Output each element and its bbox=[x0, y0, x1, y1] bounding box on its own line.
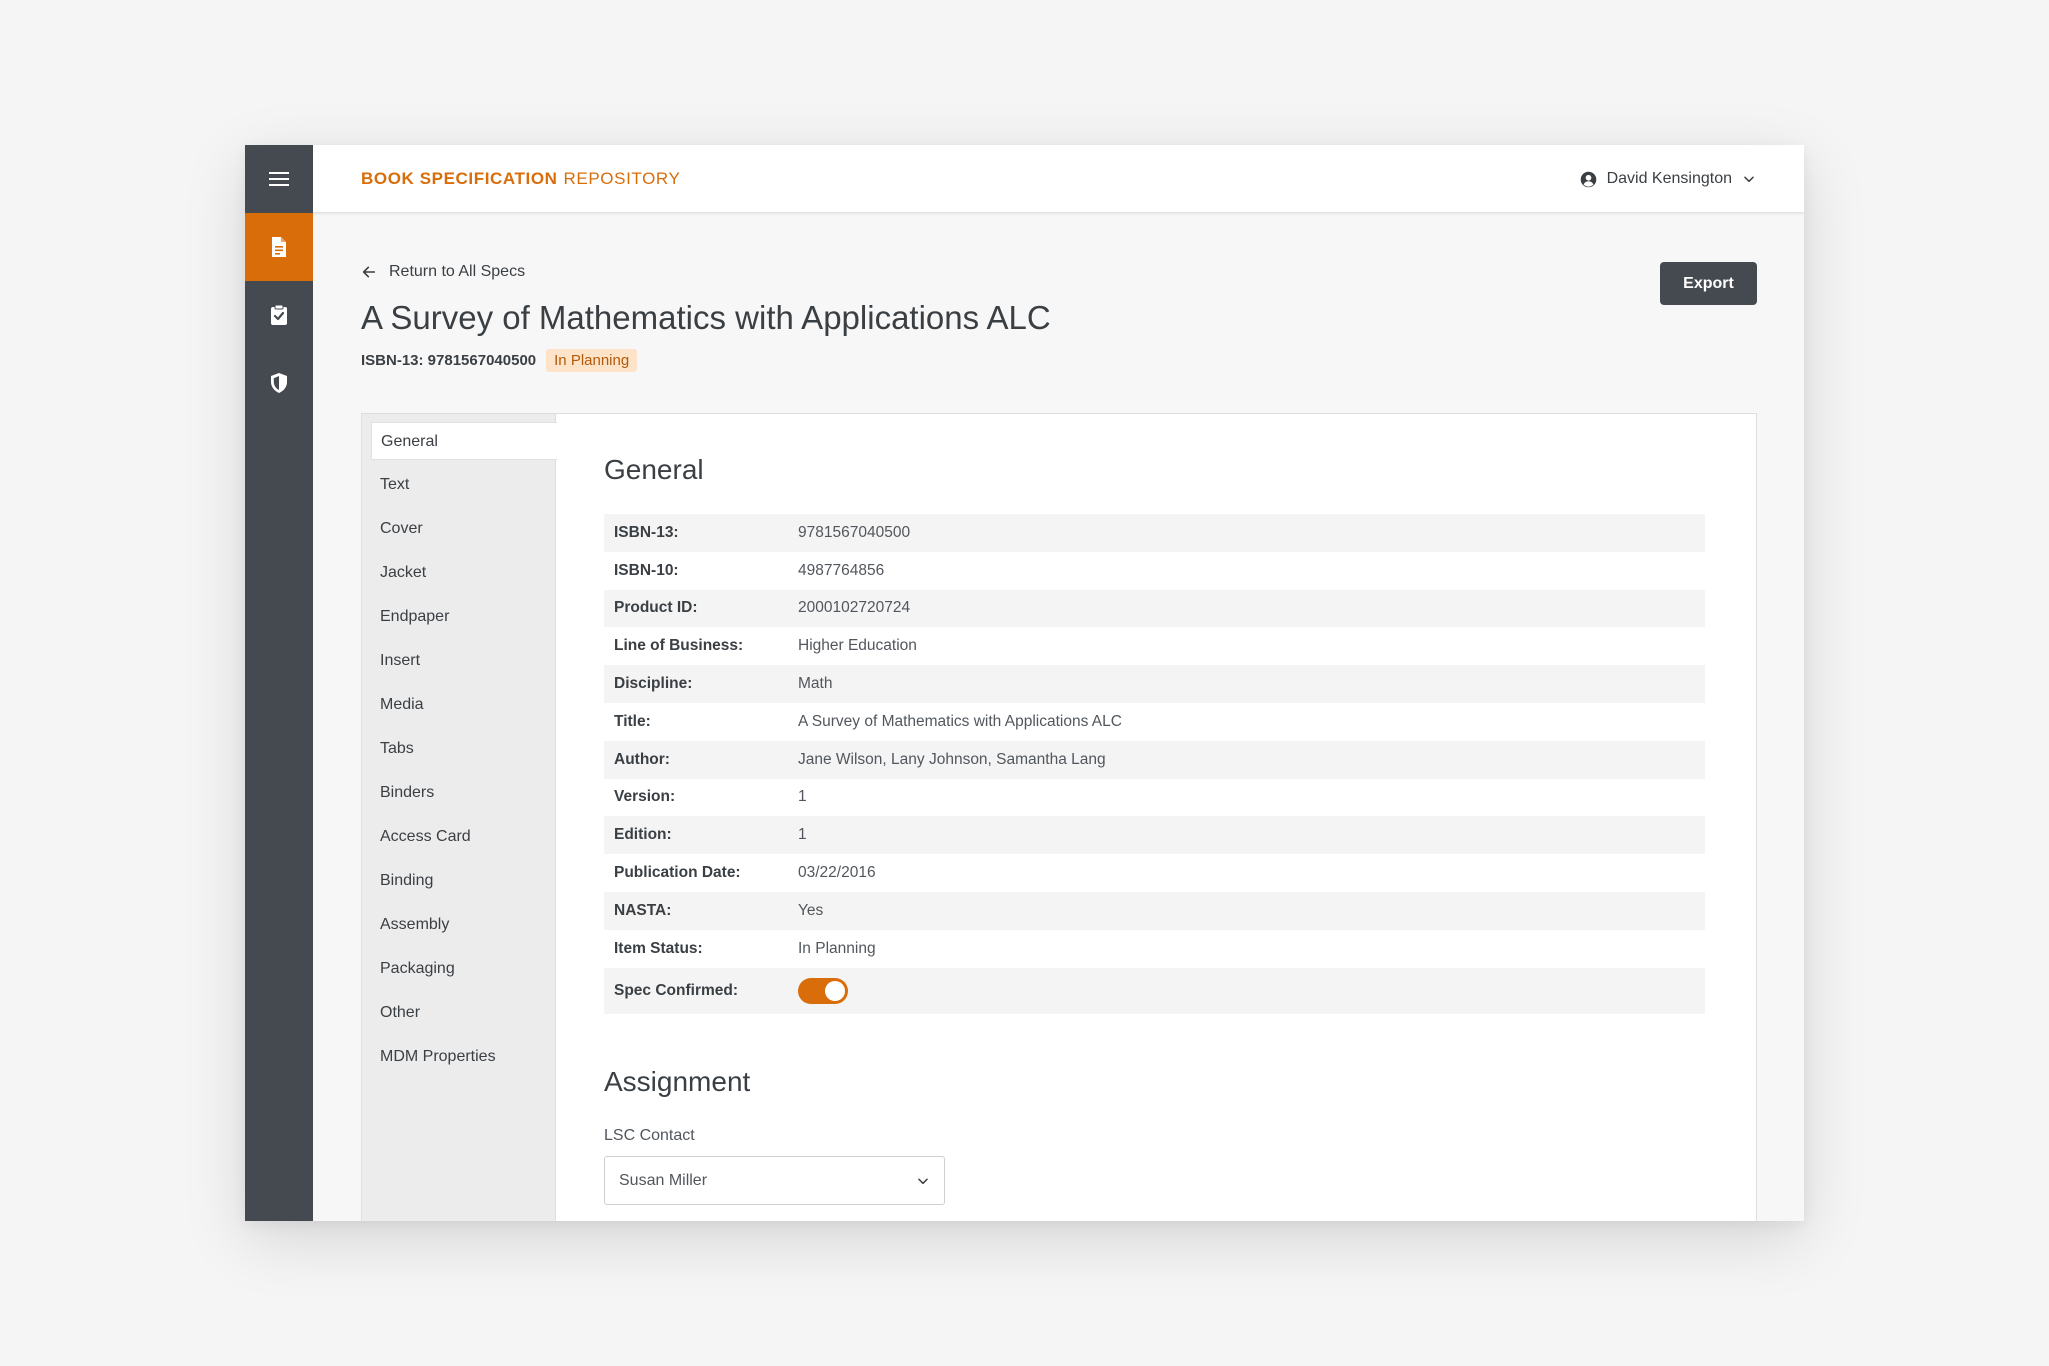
document-icon bbox=[272, 237, 286, 257]
clipboard-check-icon bbox=[271, 304, 287, 325]
table-row: ISBN-13: 9781567040500 bbox=[604, 514, 1705, 552]
menu-icon bbox=[269, 172, 289, 186]
row-label: Title: bbox=[614, 712, 651, 730]
tab-assembly[interactable]: Assembly bbox=[362, 906, 555, 950]
spec-panel: General Text Cover Jacket Endpaper Insert Medi… bbox=[361, 413, 1757, 1221]
tab-packaging[interactable]: Packaging bbox=[362, 950, 555, 994]
table-row: Line of Business: Higher Education bbox=[604, 627, 1705, 665]
chevron-down-icon bbox=[918, 1177, 928, 1184]
table-row: Item Status: In Planning bbox=[604, 930, 1705, 968]
row-label: ISBN-10: bbox=[614, 561, 679, 579]
page-title: A Survey of Mathematics with Application… bbox=[361, 299, 1051, 336]
title-meta: ISBN-13: 9781567040500 In Planning bbox=[361, 349, 638, 372]
tab-cover[interactable]: Cover bbox=[362, 510, 555, 554]
table-row: Title: A Survey of Mathematics with Appli… bbox=[604, 703, 1705, 741]
lsc-contact-select[interactable]: Susan Miller bbox=[604, 1156, 945, 1205]
assignment-section-title: Assignment bbox=[604, 1066, 751, 1097]
tab-insert[interactable]: Insert bbox=[362, 642, 555, 686]
row-label: NASTA: bbox=[614, 901, 672, 919]
shield-icon bbox=[271, 373, 287, 393]
chevron-down-icon bbox=[1744, 176, 1754, 183]
table-row: Author: Jane Wilson, Lany Johnson, Samant… bbox=[604, 740, 1705, 779]
table-row: ISBN-10: 4987764856 bbox=[604, 552, 1705, 590]
table-row: Publication Date: 03/22/2016 bbox=[604, 854, 1705, 892]
brand-bold: BOOK SPECIFICATION bbox=[361, 169, 558, 188]
left-rail bbox=[245, 145, 313, 1221]
lsc-contact-value: Susan Miller bbox=[619, 1171, 708, 1189]
row-value: 9781567040500 bbox=[798, 523, 911, 541]
table-row: Version: 1 bbox=[604, 779, 1705, 817]
user-circle-icon bbox=[1580, 171, 1596, 187]
row-label: Author: bbox=[614, 750, 670, 768]
tab-mdm-properties[interactable]: MDM Properties bbox=[362, 1038, 555, 1082]
row-label: ISBN-13: bbox=[614, 523, 679, 541]
row-value: 4987764856 bbox=[798, 561, 885, 579]
row-value: A Survey of Mathematics with Application… bbox=[798, 712, 1122, 730]
row-label: Version: bbox=[614, 788, 676, 806]
section-tabs: General Text Cover Jacket Endpaper Insert Medi… bbox=[362, 414, 557, 1221]
row-value: Higher Education bbox=[798, 637, 917, 655]
export-button[interactable]: Export bbox=[1660, 262, 1757, 305]
top-bar: BOOK SPECIFICATION REPOSITORY David Kens… bbox=[313, 145, 1804, 213]
general-table: ISBN-13: 9781567040500 ISBN-10: 4987764856 P… bbox=[604, 514, 1705, 1014]
row-label: Publication Date: bbox=[614, 864, 741, 882]
table-row: Edition: 1 bbox=[604, 816, 1705, 855]
menu-button[interactable] bbox=[245, 145, 313, 213]
app-window: BOOK SPECIFICATION REPOSITORY David Kens… bbox=[245, 145, 1804, 1221]
row-value: In Planning bbox=[798, 939, 876, 957]
row-value: 1 bbox=[798, 788, 807, 806]
spec-confirmed-toggle[interactable] bbox=[798, 977, 848, 1004]
rail-item-admin[interactable] bbox=[245, 349, 313, 417]
tab-tabs[interactable]: Tabs bbox=[362, 730, 555, 774]
app-brand[interactable]: BOOK SPECIFICATION REPOSITORY bbox=[361, 145, 680, 213]
tab-binding[interactable]: Binding bbox=[362, 862, 555, 906]
rail-item-tasks[interactable] bbox=[245, 281, 313, 349]
return-link-label: Return to All Specs bbox=[389, 263, 526, 280]
tab-access-card[interactable]: Access Card bbox=[362, 818, 555, 862]
return-link[interactable]: Return to All Specs bbox=[361, 263, 525, 281]
toggle-knob bbox=[825, 980, 845, 1001]
row-label: Line of Business: bbox=[614, 637, 744, 655]
table-row: Spec Confirmed: bbox=[604, 967, 1705, 1014]
tab-jacket[interactable]: Jacket bbox=[362, 554, 555, 598]
rail-item-specs[interactable] bbox=[245, 213, 313, 281]
isbn-meta: ISBN-13: 9781567040500 bbox=[361, 352, 537, 369]
row-label: Discipline: bbox=[614, 675, 693, 693]
table-row: NASTA: Yes bbox=[604, 891, 1705, 930]
lsc-contact-label: LSC Contact bbox=[604, 1127, 695, 1144]
tab-text[interactable]: Text bbox=[362, 466, 555, 510]
row-value: 03/22/2016 bbox=[798, 864, 876, 882]
brand-light: REPOSITORY bbox=[563, 169, 681, 188]
user-name: David Kensington bbox=[1606, 170, 1732, 187]
row-value: 2000102720724 bbox=[798, 599, 911, 617]
tab-endpaper[interactable]: Endpaper bbox=[362, 598, 555, 642]
general-section-title: General bbox=[604, 454, 704, 485]
row-value: Yes bbox=[798, 901, 824, 919]
row-value: Jane Wilson, Lany Johnson, Samantha Lang bbox=[798, 750, 1106, 768]
tab-binders[interactable]: Binders bbox=[362, 774, 555, 818]
spec-confirmed-label: Spec Confirmed: bbox=[614, 981, 739, 999]
row-label: Edition: bbox=[614, 826, 672, 844]
arrow-left-icon bbox=[362, 266, 376, 278]
user-menu[interactable]: David Kensington bbox=[1580, 145, 1756, 213]
tab-media[interactable]: Media bbox=[362, 686, 555, 730]
table-row: Product ID: 2000102720724 bbox=[604, 589, 1705, 628]
main-area: Return to All Specs A Survey of Mathemat… bbox=[313, 213, 1804, 1221]
row-value: Math bbox=[798, 675, 833, 693]
row-label: Product ID: bbox=[614, 599, 698, 617]
table-row: Discipline: Math bbox=[604, 665, 1705, 703]
tab-other[interactable]: Other bbox=[362, 994, 555, 1038]
tab-general[interactable]: General bbox=[371, 422, 557, 460]
row-label: Item Status: bbox=[614, 939, 703, 957]
row-value: 1 bbox=[798, 826, 807, 844]
status-badge: In Planning bbox=[546, 349, 638, 372]
